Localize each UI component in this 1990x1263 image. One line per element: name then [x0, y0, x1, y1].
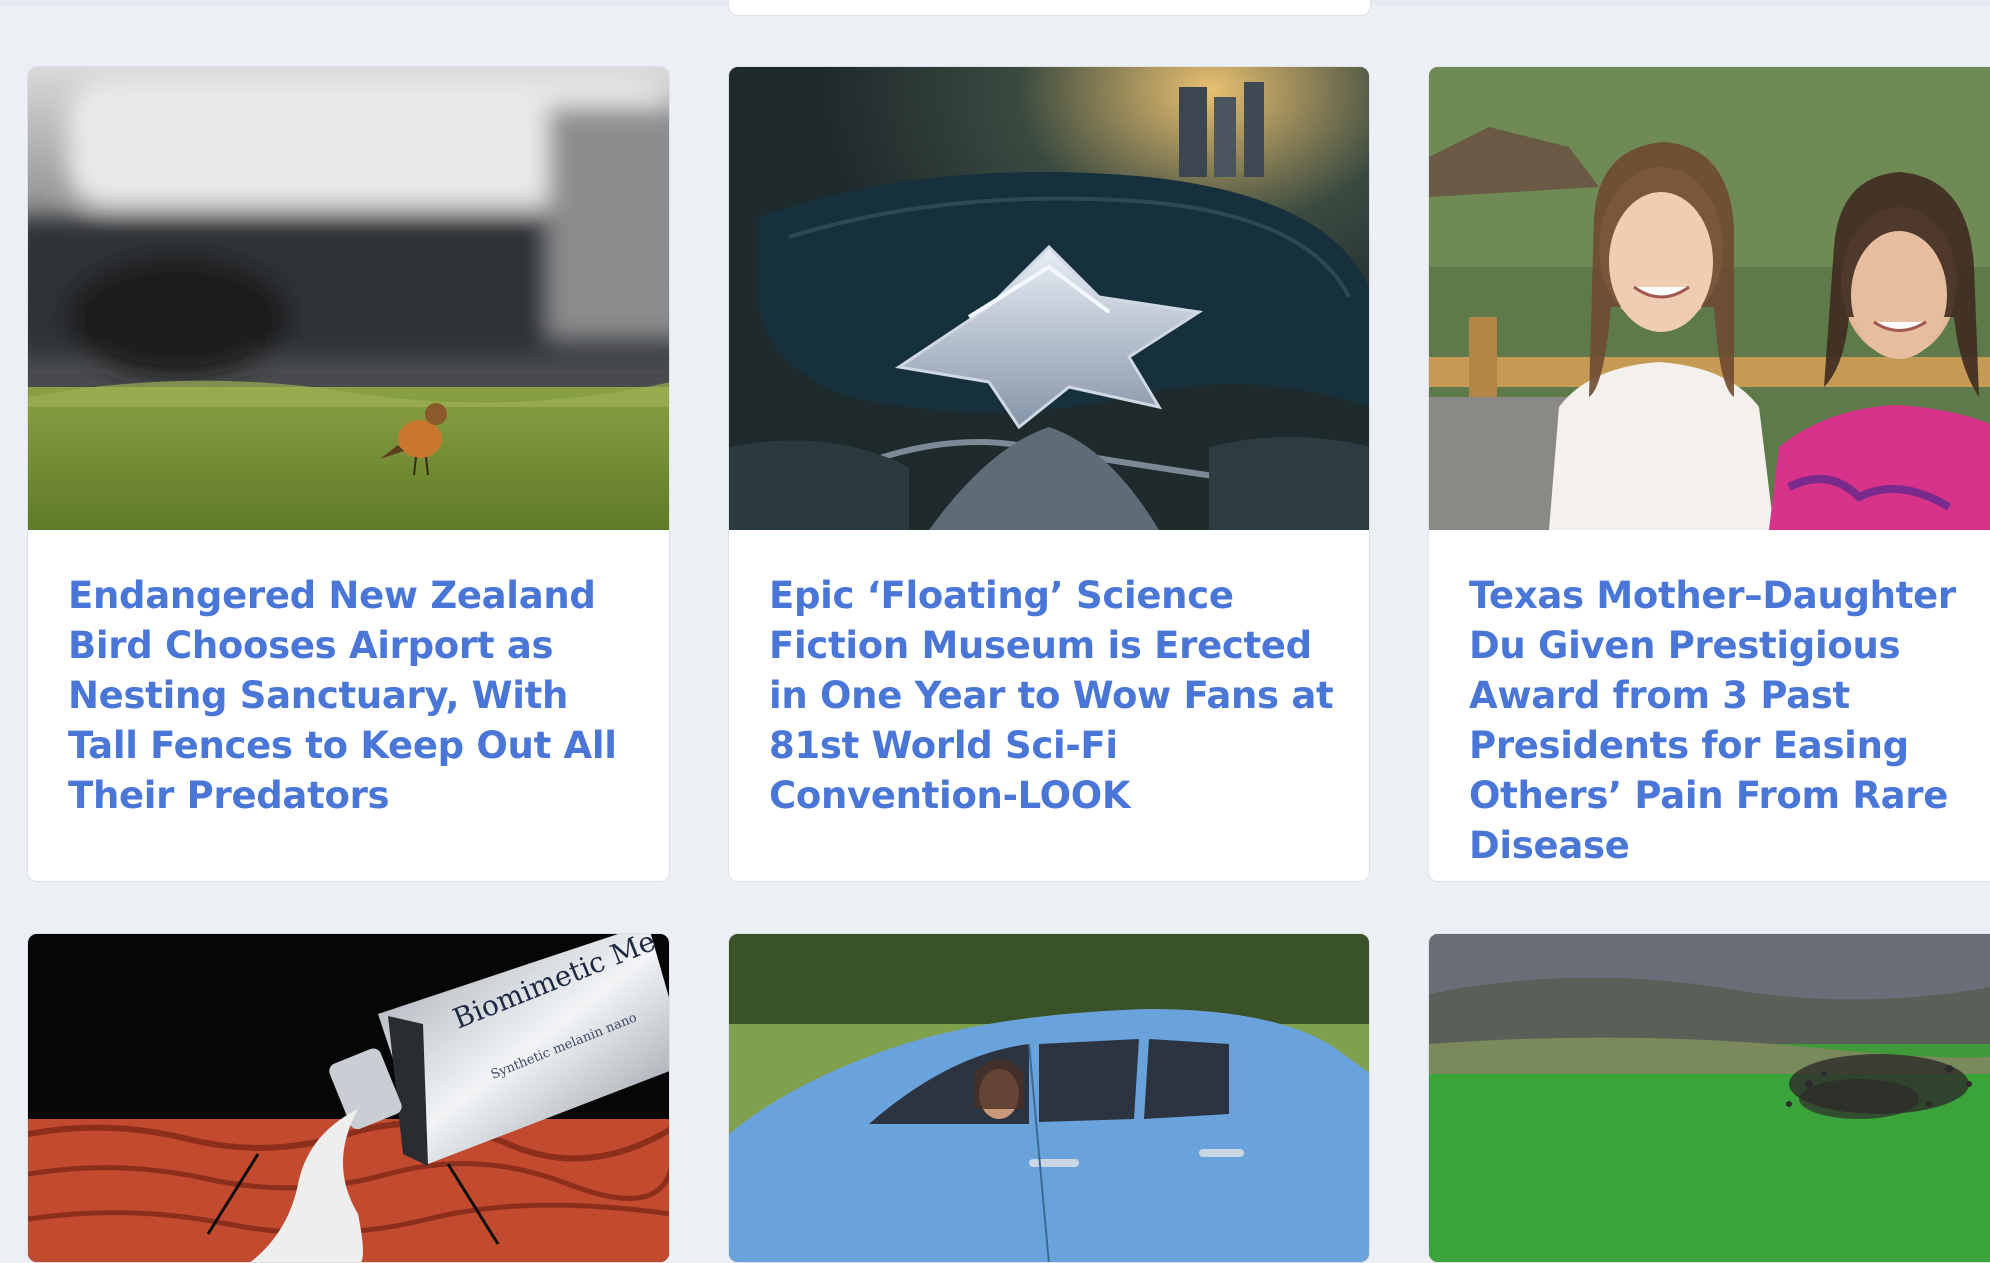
article-headline[interactable]: Endangered New Zealand Bird Chooses Airp…: [68, 571, 639, 821]
article-thumbnail[interactable]: [28, 67, 669, 530]
article-thumbnail[interactable]: [729, 934, 1369, 1262]
article-thumbnail[interactable]: [729, 67, 1369, 530]
article-card[interactable]: Epic ‘Floating’ Science Fiction Museum i…: [728, 66, 1370, 882]
article-headline[interactable]: Texas Mother–Daughter Du Given Prestigio…: [1469, 571, 1990, 871]
article-thumbnail[interactable]: Biomimetic Me Synthetic melanin nano: [28, 934, 669, 1262]
article-card[interactable]: Endangered New Zealand Bird Chooses Airp…: [27, 66, 670, 882]
article-thumbnail[interactable]: [1429, 67, 1990, 530]
article-card[interactable]: [1428, 933, 1990, 1263]
article-card[interactable]: Texas Mother–Daughter Du Given Prestigio…: [1428, 66, 1990, 882]
previous-card-bottom-edge: [728, 0, 1371, 16]
article-card[interactable]: [728, 933, 1370, 1263]
article-card[interactable]: Biomimetic Me Synthetic melanin nano: [27, 933, 670, 1263]
article-headline[interactable]: Epic ‘Floating’ Science Fiction Museum i…: [769, 571, 1339, 821]
article-thumbnail[interactable]: [1429, 934, 1990, 1262]
